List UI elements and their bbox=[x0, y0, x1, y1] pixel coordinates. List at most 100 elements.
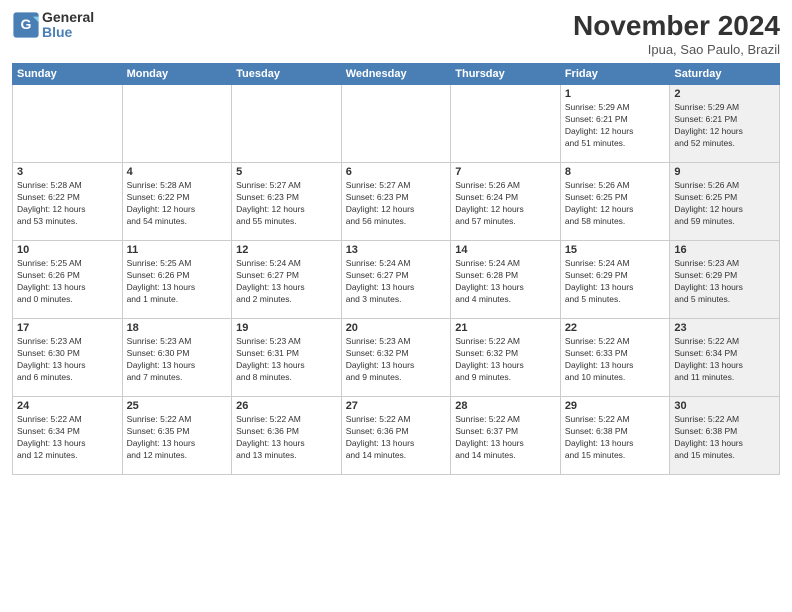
calendar-cell: 6 Sunrise: 5:27 AM Sunset: 6:23 PM Daylig… bbox=[341, 163, 451, 241]
calendar-cell: 27 Sunrise: 5:22 AM Sunset: 6:36 PM Dayli… bbox=[341, 397, 451, 475]
day-number: 21 bbox=[455, 322, 556, 334]
location: Ipua, Sao Paulo, Brazil bbox=[573, 42, 780, 57]
day-number: 3 bbox=[17, 166, 118, 178]
week-row-2: 10Sunrise: 5:25 AM Sunset: 6:26 PM Dayli… bbox=[13, 241, 780, 319]
day-info: Sunrise: 5:25 AM Sunset: 6:26 PM Dayligh… bbox=[127, 258, 228, 306]
calendar-cell bbox=[341, 85, 451, 163]
logo-general: General bbox=[42, 10, 94, 25]
day-info: Sunrise: 5:23 AM Sunset: 6:32 PM Dayligh… bbox=[346, 336, 447, 384]
calendar-cell: 10Sunrise: 5:25 AM Sunset: 6:26 PM Dayli… bbox=[13, 241, 123, 319]
calendar-cell: 13 Sunrise: 5:24 AM Sunset: 6:27 PM Dayli… bbox=[341, 241, 451, 319]
calendar-cell: 25Sunrise: 5:22 AM Sunset: 6:35 PM Dayli… bbox=[122, 397, 232, 475]
day-number: 29 bbox=[565, 400, 666, 412]
day-info: Sunrise: 5:22 AM Sunset: 6:38 PM Dayligh… bbox=[565, 414, 666, 462]
day-info: Sunrise: 5:22 AM Sunset: 6:37 PM Dayligh… bbox=[455, 414, 556, 462]
day-info: Sunrise: 5:28 AM Sunset: 6:22 PM Dayligh… bbox=[17, 180, 118, 228]
day-info: Sunrise: 5:24 AM Sunset: 6:29 PM Dayligh… bbox=[565, 258, 666, 306]
day-info: Sunrise: 5:23 AM Sunset: 6:30 PM Dayligh… bbox=[127, 336, 228, 384]
day-info: Sunrise: 5:23 AM Sunset: 6:29 PM Dayligh… bbox=[674, 258, 775, 306]
day-info: Sunrise: 5:26 AM Sunset: 6:25 PM Dayligh… bbox=[565, 180, 666, 228]
day-info: Sunrise: 5:27 AM Sunset: 6:23 PM Dayligh… bbox=[346, 180, 447, 228]
day-info: Sunrise: 5:22 AM Sunset: 6:36 PM Dayligh… bbox=[346, 414, 447, 462]
header: G General Blue November 2024 Ipua, Sao P… bbox=[12, 10, 780, 57]
month-title: November 2024 bbox=[573, 10, 780, 42]
logo-icon: G bbox=[12, 11, 40, 39]
calendar-cell bbox=[13, 85, 123, 163]
day-number: 18 bbox=[127, 322, 228, 334]
calendar-table: SundayMondayTuesdayWednesdayThursdayFrid… bbox=[12, 63, 780, 475]
col-header-sunday: Sunday bbox=[13, 64, 123, 85]
day-info: Sunrise: 5:28 AM Sunset: 6:22 PM Dayligh… bbox=[127, 180, 228, 228]
day-number: 23 bbox=[674, 322, 775, 334]
day-info: Sunrise: 5:22 AM Sunset: 6:34 PM Dayligh… bbox=[17, 414, 118, 462]
col-header-thursday: Thursday bbox=[451, 64, 561, 85]
day-number: 15 bbox=[565, 244, 666, 256]
day-info: Sunrise: 5:24 AM Sunset: 6:27 PM Dayligh… bbox=[346, 258, 447, 306]
day-number: 7 bbox=[455, 166, 556, 178]
title-block: November 2024 Ipua, Sao Paulo, Brazil bbox=[573, 10, 780, 57]
day-number: 16 bbox=[674, 244, 775, 256]
day-number: 4 bbox=[127, 166, 228, 178]
day-info: Sunrise: 5:24 AM Sunset: 6:27 PM Dayligh… bbox=[236, 258, 337, 306]
calendar-cell: 19 Sunrise: 5:23 AM Sunset: 6:31 PM Dayli… bbox=[232, 319, 342, 397]
day-info: Sunrise: 5:22 AM Sunset: 6:35 PM Dayligh… bbox=[127, 414, 228, 462]
day-info: Sunrise: 5:24 AM Sunset: 6:28 PM Dayligh… bbox=[455, 258, 556, 306]
day-number: 26 bbox=[236, 400, 337, 412]
calendar-cell: 14 Sunrise: 5:24 AM Sunset: 6:28 PM Dayli… bbox=[451, 241, 561, 319]
calendar-cell bbox=[451, 85, 561, 163]
week-row-1: 3 Sunrise: 5:28 AM Sunset: 6:22 PM Daylig… bbox=[13, 163, 780, 241]
day-number: 6 bbox=[346, 166, 447, 178]
col-header-monday: Monday bbox=[122, 64, 232, 85]
calendar-cell bbox=[232, 85, 342, 163]
calendar-cell: 17 Sunrise: 5:23 AM Sunset: 6:30 PM Dayli… bbox=[13, 319, 123, 397]
day-number: 13 bbox=[346, 244, 447, 256]
day-number: 19 bbox=[236, 322, 337, 334]
day-info: Sunrise: 5:29 AM Sunset: 6:21 PM Dayligh… bbox=[674, 102, 775, 150]
day-number: 28 bbox=[455, 400, 556, 412]
day-info: Sunrise: 5:29 AM Sunset: 6:21 PM Dayligh… bbox=[565, 102, 666, 150]
day-number: 27 bbox=[346, 400, 447, 412]
col-header-wednesday: Wednesday bbox=[341, 64, 451, 85]
day-number: 20 bbox=[346, 322, 447, 334]
calendar-cell: 29 Sunrise: 5:22 AM Sunset: 6:38 PM Dayli… bbox=[560, 397, 670, 475]
day-number: 17 bbox=[17, 322, 118, 334]
day-info: Sunrise: 5:26 AM Sunset: 6:24 PM Dayligh… bbox=[455, 180, 556, 228]
calendar-cell: 24Sunrise: 5:22 AM Sunset: 6:34 PM Dayli… bbox=[13, 397, 123, 475]
calendar-cell: 30 Sunrise: 5:22 AM Sunset: 6:38 PM Dayli… bbox=[670, 397, 780, 475]
col-header-friday: Friday bbox=[560, 64, 670, 85]
day-number: 22 bbox=[565, 322, 666, 334]
day-number: 14 bbox=[455, 244, 556, 256]
day-number: 12 bbox=[236, 244, 337, 256]
day-info: Sunrise: 5:22 AM Sunset: 6:36 PM Dayligh… bbox=[236, 414, 337, 462]
week-row-0: 1 Sunrise: 5:29 AM Sunset: 6:21 PM Daylig… bbox=[13, 85, 780, 163]
day-info: Sunrise: 5:22 AM Sunset: 6:34 PM Dayligh… bbox=[674, 336, 775, 384]
week-row-3: 17 Sunrise: 5:23 AM Sunset: 6:30 PM Dayli… bbox=[13, 319, 780, 397]
calendar-cell: 12 Sunrise: 5:24 AM Sunset: 6:27 PM Dayli… bbox=[232, 241, 342, 319]
logo-blue: Blue bbox=[42, 25, 94, 40]
calendar-cell: 22Sunrise: 5:22 AM Sunset: 6:33 PM Dayli… bbox=[560, 319, 670, 397]
logo: G General Blue bbox=[12, 10, 94, 41]
calendar-cell: 26 Sunrise: 5:22 AM Sunset: 6:36 PM Dayli… bbox=[232, 397, 342, 475]
col-header-tuesday: Tuesday bbox=[232, 64, 342, 85]
day-info: Sunrise: 5:22 AM Sunset: 6:38 PM Dayligh… bbox=[674, 414, 775, 462]
svg-text:G: G bbox=[21, 17, 32, 33]
calendar-cell: 7 Sunrise: 5:26 AM Sunset: 6:24 PM Daylig… bbox=[451, 163, 561, 241]
calendar-cell: 8Sunrise: 5:26 AM Sunset: 6:25 PM Daylig… bbox=[560, 163, 670, 241]
day-number: 9 bbox=[674, 166, 775, 178]
day-info: Sunrise: 5:23 AM Sunset: 6:31 PM Dayligh… bbox=[236, 336, 337, 384]
calendar-cell bbox=[122, 85, 232, 163]
day-number: 2 bbox=[674, 88, 775, 100]
calendar-cell: 1 Sunrise: 5:29 AM Sunset: 6:21 PM Daylig… bbox=[560, 85, 670, 163]
day-info: Sunrise: 5:25 AM Sunset: 6:26 PM Dayligh… bbox=[17, 258, 118, 306]
week-row-4: 24Sunrise: 5:22 AM Sunset: 6:34 PM Dayli… bbox=[13, 397, 780, 475]
col-header-saturday: Saturday bbox=[670, 64, 780, 85]
calendar-cell: 21 Sunrise: 5:22 AM Sunset: 6:32 PM Dayli… bbox=[451, 319, 561, 397]
day-info: Sunrise: 5:22 AM Sunset: 6:32 PM Dayligh… bbox=[455, 336, 556, 384]
day-number: 30 bbox=[674, 400, 775, 412]
day-info: Sunrise: 5:23 AM Sunset: 6:30 PM Dayligh… bbox=[17, 336, 118, 384]
day-number: 1 bbox=[565, 88, 666, 100]
calendar-cell: 23 Sunrise: 5:22 AM Sunset: 6:34 PM Dayli… bbox=[670, 319, 780, 397]
calendar-cell: 11Sunrise: 5:25 AM Sunset: 6:26 PM Dayli… bbox=[122, 241, 232, 319]
calendar-header-row: SundayMondayTuesdayWednesdayThursdayFrid… bbox=[13, 64, 780, 85]
logo-text: General Blue bbox=[42, 10, 94, 41]
